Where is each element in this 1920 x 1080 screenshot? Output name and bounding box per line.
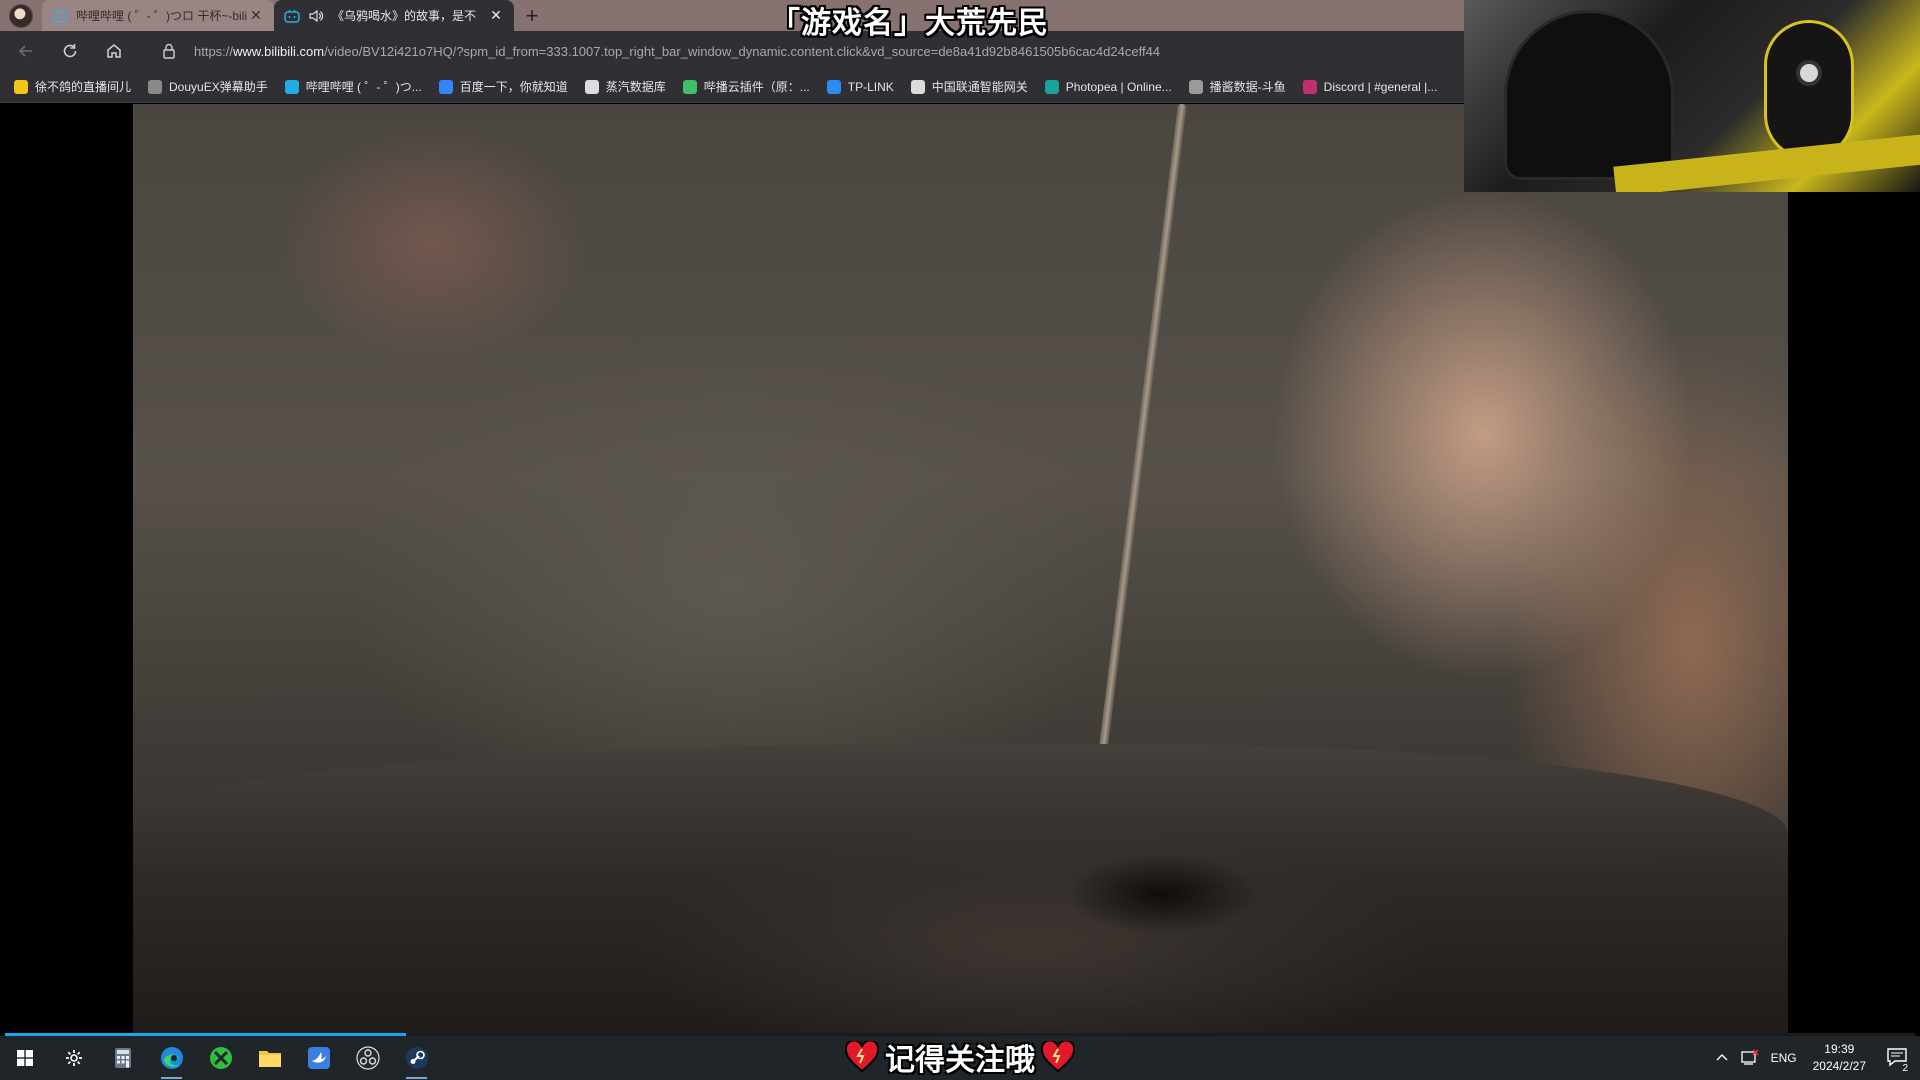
windows-start-button[interactable] — [0, 1036, 49, 1080]
bookmark-item[interactable]: Photopea | Online... — [1044, 79, 1172, 94]
discord-icon — [1302, 79, 1317, 94]
bookmark-label: 徐不鸽的直播间儿 — [35, 80, 132, 94]
edge-browser-icon — [160, 1047, 183, 1069]
bookmark-label: 百度一下，你就知道 — [459, 80, 568, 94]
network-icon[interactable] — [1740, 1048, 1759, 1068]
profile-button[interactable] — [0, 0, 42, 31]
home-button[interactable] — [96, 35, 132, 67]
url-prefix: https:// — [194, 43, 234, 59]
settings-taskbar-button[interactable] — [49, 1036, 98, 1080]
tab-bilibili-home[interactable]: 哔哩哔哩 ( ゜- ゜)つロ 干杯~-bili ✕ — [42, 0, 274, 31]
close-tab-icon[interactable]: ✕ — [248, 7, 264, 24]
profile-avatar — [9, 3, 33, 28]
back-button[interactable] — [8, 35, 44, 67]
obs-taskbar-button[interactable] — [343, 1036, 392, 1080]
database-icon — [584, 79, 599, 94]
close-tab-icon[interactable]: ✕ — [488, 7, 504, 24]
video-stick-shape — [1093, 104, 1187, 790]
bookmark-label: 播酱数据-斗鱼 — [1209, 80, 1286, 94]
bookmark-label: Discord | #general |... — [1323, 79, 1438, 94]
video-player[interactable] — [5, 104, 1915, 1034]
new-tab-button[interactable]: + — [514, 0, 550, 31]
bookmark-label: 中国联通智能网关 — [931, 80, 1028, 94]
tplink-icon — [826, 79, 841, 94]
notification-center-button[interactable]: 2 — [1886, 1047, 1910, 1074]
obs-studio-icon — [355, 1046, 380, 1070]
chevron-up-icon[interactable] — [1715, 1051, 1729, 1065]
home-icon — [107, 44, 121, 58]
heart-icon — [1041, 1041, 1075, 1073]
bookmark-label: DouyuEX弹幕助手 — [169, 80, 268, 94]
browser-tab-strip: 哔哩哔哩 ( ゜- ゜)つロ 干杯~-bili ✕ 《乌鸦喝水》的故事，是不 ✕… — [0, 0, 1464, 31]
calculator-icon — [114, 1048, 131, 1068]
video-log-shape — [133, 744, 1788, 1034]
browser-toolbar: https://www.bilibili.com/video/BV12i421o… — [0, 31, 1464, 71]
tab-title: 哔哩哔哩 ( ゜- ゜)つロ 干杯~-bili — [76, 9, 248, 23]
follow-text: 记得关注哦 — [885, 1044, 1035, 1077]
bookmark-item[interactable]: 徐不鸽的直播间儿 — [14, 78, 131, 95]
bookmark-label: 哔播云插件（原：... — [703, 80, 810, 94]
heart-icon — [845, 1041, 879, 1073]
url-host: www.bilibili.com — [233, 43, 325, 59]
clock[interactable]: 19:39 2024/2/27 — [1813, 1041, 1866, 1075]
system-tray: ENG 19:39 2024/2/27 2 — [1709, 1036, 1920, 1080]
file-explorer-icon — [258, 1051, 281, 1067]
pip-figure-dark — [1504, 10, 1674, 180]
bookmark-label: 哔哩哔哩 ( ゜- ゜)つ... — [305, 80, 422, 94]
language-indicator[interactable]: ENG — [1771, 1051, 1797, 1065]
steam-icon — [405, 1047, 428, 1069]
bookmark-label: Photopea | Online... — [1065, 79, 1172, 94]
bookmark-item[interactable]: 百度一下，你就知道 — [438, 78, 568, 95]
pip-figure-yellow — [1764, 20, 1854, 160]
file-explorer-taskbar-button[interactable] — [245, 1036, 294, 1080]
xbox-style-app-icon — [209, 1047, 232, 1069]
puzzle-icon — [148, 79, 163, 94]
reload-icon — [63, 44, 77, 58]
steam-taskbar-button[interactable] — [392, 1036, 441, 1080]
bilibili-icon — [52, 9, 68, 23]
windows-start-icon — [16, 1050, 33, 1066]
settings-gear-icon — [65, 1050, 82, 1066]
bookmark-item[interactable]: 播酱数据-斗鱼 — [1188, 78, 1286, 95]
clock-date: 2024/2/27 — [1812, 1059, 1866, 1073]
bilibili-icon — [284, 79, 299, 94]
calculator-taskbar-button[interactable] — [98, 1036, 147, 1080]
bird-icon — [14, 79, 28, 94]
follow-reminder-overlay: 记得关注哦 — [830, 1034, 1090, 1080]
pip-figure-eye — [1796, 60, 1822, 86]
lock-icon[interactable] — [160, 42, 178, 60]
bookmark-item[interactable]: DouyuEX弹幕助手 — [148, 78, 268, 95]
video-frame — [133, 104, 1788, 1034]
baidu-icon — [438, 79, 453, 94]
facecam-overlay — [1464, 0, 1920, 192]
tab-title: 《乌鸦喝水》的故事，是不 — [332, 9, 477, 23]
desktop-screen: 哔哩哔哩 ( ゜- ゜)つロ 干杯~-bili ✕ 《乌鸦喝水》的故事，是不 ✕… — [0, 0, 1920, 1080]
bookmark-item[interactable]: 中国联通智能网关 — [910, 78, 1028, 95]
bird-app-taskbar-button[interactable] — [294, 1036, 343, 1080]
bookmark-item[interactable]: 哔哩哔哩 ( ゜- ゜)つ... — [284, 78, 422, 95]
notification-count-badge: 2 — [1900, 1062, 1910, 1074]
globe-icon — [1188, 79, 1203, 94]
speaker-icon[interactable] — [308, 9, 324, 23]
bilibili-icon — [284, 9, 300, 23]
bookmarks-bar: 徐不鸽的直播间儿 DouyuEX弹幕助手 哔哩哔哩 ( ゜- ゜)つ... 百度一下，… — [0, 71, 1464, 103]
bookmark-item[interactable]: TP-LINK — [826, 79, 894, 94]
bookmark-label: TP-LINK — [847, 79, 894, 94]
bookmark-item[interactable]: Discord | #general |... — [1302, 79, 1438, 94]
stream-title-overlay: 「游戏名」大荒先民 — [770, 7, 1049, 40]
xbox-taskbar-button[interactable] — [196, 1036, 245, 1080]
reload-button[interactable] — [52, 35, 88, 67]
bookmark-item[interactable]: 哔播云插件（原：... — [682, 78, 810, 95]
edge-taskbar-button[interactable] — [147, 1036, 196, 1080]
bookmark-label: 蒸汽数据库 — [605, 80, 666, 94]
tab-crow-video[interactable]: 《乌鸦喝水》的故事，是不 ✕ — [274, 0, 514, 31]
photopea-icon — [1044, 79, 1059, 94]
page-icon — [910, 79, 925, 94]
plugin-icon — [682, 79, 697, 94]
bookmark-item[interactable]: 蒸汽数据库 — [584, 78, 666, 95]
bird-app-icon — [307, 1047, 330, 1069]
clock-time: 19:39 — [1824, 1042, 1855, 1056]
back-arrow-icon — [18, 45, 32, 57]
